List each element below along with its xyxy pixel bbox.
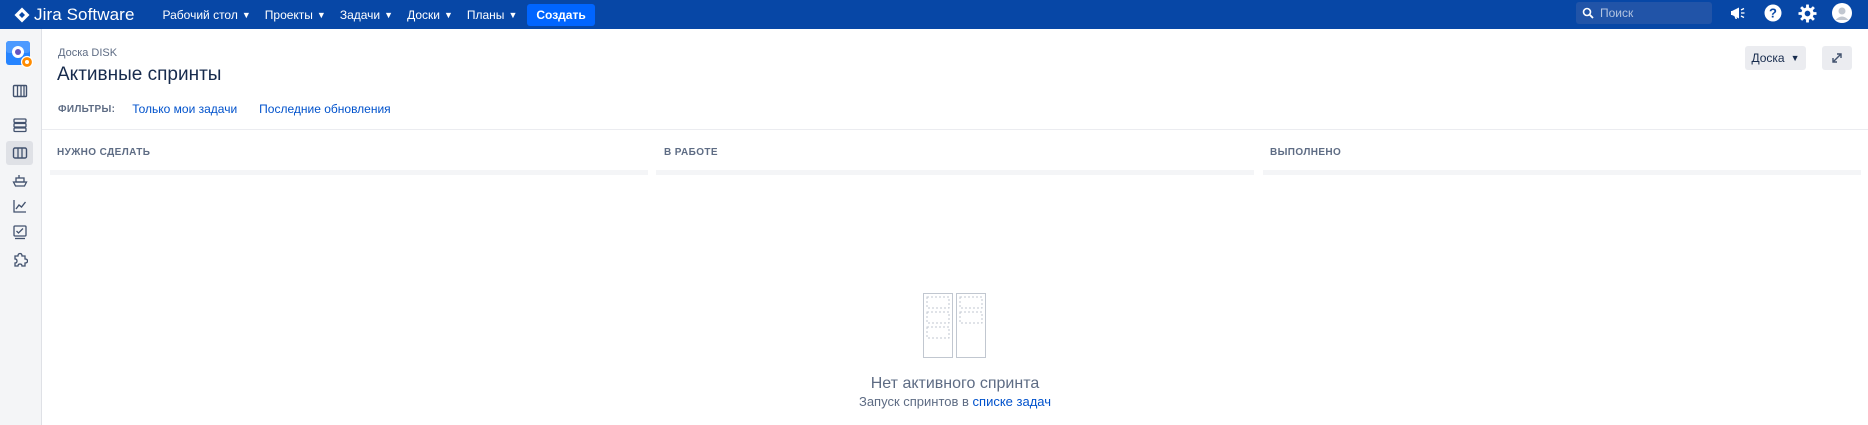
chevron-down-icon: ▼ [384,9,394,20]
board-menu-button[interactable]: Доска ▼ [1745,46,1806,70]
jira-diamond-icon [14,7,30,22]
help-icon[interactable]: ? [1763,3,1783,23]
column-todo [50,170,648,175]
logo-text: Jira Software [34,4,135,24]
search-input[interactable] [1600,6,1700,20]
board-icon [12,147,27,159]
settings-icon[interactable] [1797,3,1817,23]
top-navigation: Jira Software Рабочий стол ▼ Проекты ▼ Зад… [0,0,1868,29]
megaphone-icon[interactable] [1728,3,1748,23]
quick-filters: ФИЛЬТРЫ: Только мои задачи Последние обн… [58,102,413,116]
menu-boards[interactable]: Доски ▼ [407,8,453,22]
addons-nav[interactable] [6,248,33,272]
backlog-nav[interactable] [6,79,33,103]
empty-state-title: Нет активного спринта [870,375,1040,392]
menu-projects[interactable]: Проекты ▼ [265,8,326,22]
expand-icon [1832,53,1842,63]
menu-label: Проекты [264,7,313,22]
breadcrumb[interactable]: Доска DISK [58,47,117,59]
menu-label: Задачи [339,7,381,22]
project-avatar[interactable] [6,41,34,69]
puzzle-icon [13,252,28,267]
chevron-down-icon: ▼ [241,9,251,20]
board-nav[interactable] [6,141,33,165]
board-button-label: Доска [1751,51,1785,65]
jira-logo[interactable]: Jira Software [14,5,135,25]
backlog-icon [12,84,27,98]
menu-label: Рабочий стол [162,7,238,22]
search-icon [1582,7,1594,19]
menu-issues[interactable]: Задачи ▼ [340,8,393,22]
stack-icon [12,118,27,133]
filter-only-my-issues[interactable]: Только мои задачи [132,102,237,116]
ship-icon [11,175,28,187]
header-divider [42,129,1868,130]
pages-nav[interactable] [6,220,33,244]
chevron-down-icon: ▼ [508,9,518,20]
empty-board-illustration [923,293,987,364]
empty-state-subtitle: Запуск спринтов в списке задач [0,394,1868,409]
backlog-link[interactable]: списке задач [973,394,1051,409]
column-in-progress [656,170,1254,175]
filter-recently-updated[interactable]: Последние обновления [259,102,391,116]
page-title: Активные спринты [57,64,222,85]
main-menu: Рабочий стол ▼ Проекты ▼ Задачи ▼ Доски ▼ Пл… [163,3,595,26]
chevron-down-icon: ▼ [443,9,453,20]
filters-label: ФИЛЬТРЫ: [58,103,116,115]
column-header-done: ВЫПОЛНЕНО [1270,147,1342,158]
releases-nav[interactable] [6,168,33,192]
chart-icon [12,200,26,213]
empty-state-text: Запуск спринтов в [858,394,973,409]
create-button[interactable]: Создать [527,3,595,26]
project-sidebar [0,29,42,425]
column-header-in-progress: В РАБОТЕ [664,147,718,158]
chevron-down-icon: ▼ [316,9,326,20]
chevron-down-icon: ▼ [1790,53,1800,63]
reports-nav[interactable] [6,194,33,218]
menu-label: Доски [407,7,440,22]
svg-text:?: ? [1769,6,1777,21]
pages-icon [12,225,27,240]
menu-plans[interactable]: Планы ▼ [467,8,517,22]
sprint-nav[interactable] [6,113,33,137]
avatar-icon[interactable] [1832,3,1852,23]
search-box[interactable] [1576,2,1712,24]
menu-dashboard[interactable]: Рабочий стол ▼ [163,8,251,22]
column-done [1263,170,1861,175]
column-header-todo: НУЖНО СДЕЛАТЬ [57,147,151,158]
menu-label: Планы [466,7,505,22]
fullscreen-button[interactable] [1822,46,1852,70]
